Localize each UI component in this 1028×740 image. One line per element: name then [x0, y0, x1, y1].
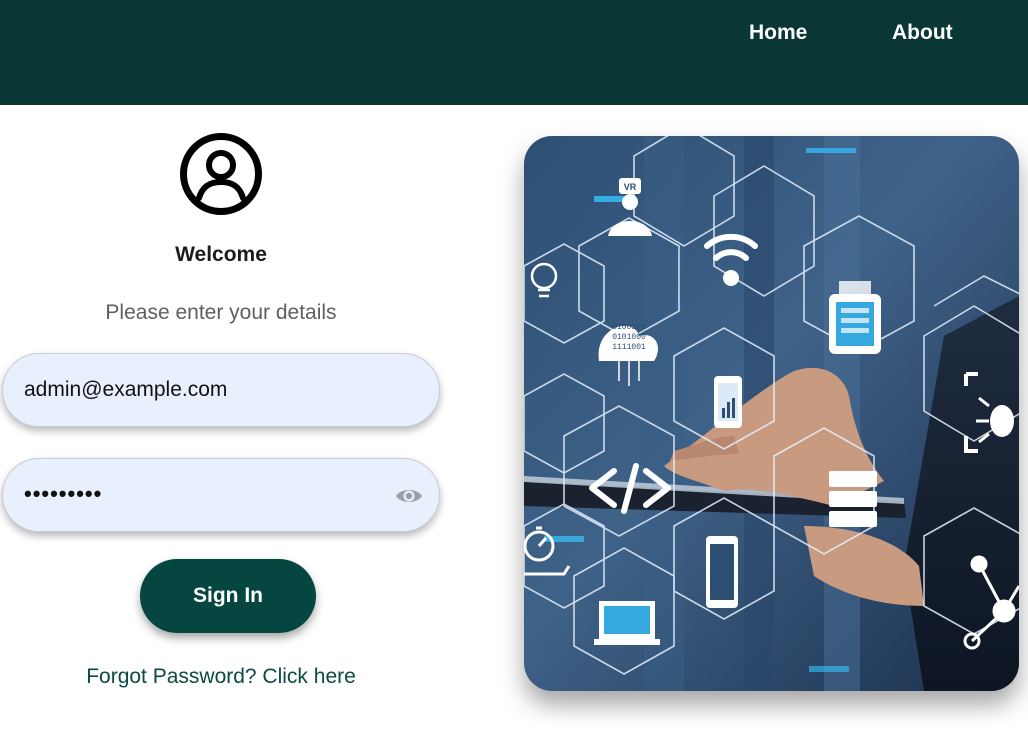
server-icon [829, 471, 877, 527]
svg-text:0100100: 0100100 [612, 323, 646, 332]
svg-text:0101000: 0101000 [612, 333, 646, 342]
email-value: admin@example.com [24, 378, 228, 401]
sign-in-button[interactable]: Sign In [140, 559, 316, 633]
subtitle-text: Please enter your details [105, 301, 337, 324]
user-circle-icon [180, 133, 262, 215]
nav-home-link[interactable]: Home [749, 21, 807, 45]
forgot-password-link[interactable]: Forgot Password? Click here [0, 665, 442, 689]
svg-text:VR: VR [624, 182, 637, 192]
nav-about-link[interactable]: About [892, 21, 953, 45]
hero-image: VR 0100100 0101000 1111001 [524, 136, 1019, 691]
email-field[interactable]: admin@example.com [2, 353, 440, 427]
smartphone-icon [706, 536, 738, 608]
top-navbar: Home About [0, 0, 1028, 105]
svg-text:1111001: 1111001 [612, 343, 646, 352]
eye-icon[interactable] [394, 486, 424, 506]
password-value: ••••••••• [24, 481, 103, 506]
technology-illustration: VR 0100100 0101000 1111001 [524, 136, 1019, 691]
welcome-heading: Welcome [175, 243, 267, 266]
password-field[interactable]: ••••••••• [2, 458, 440, 532]
smartphone-icon [714, 376, 742, 428]
laptop-icon [594, 601, 660, 645]
